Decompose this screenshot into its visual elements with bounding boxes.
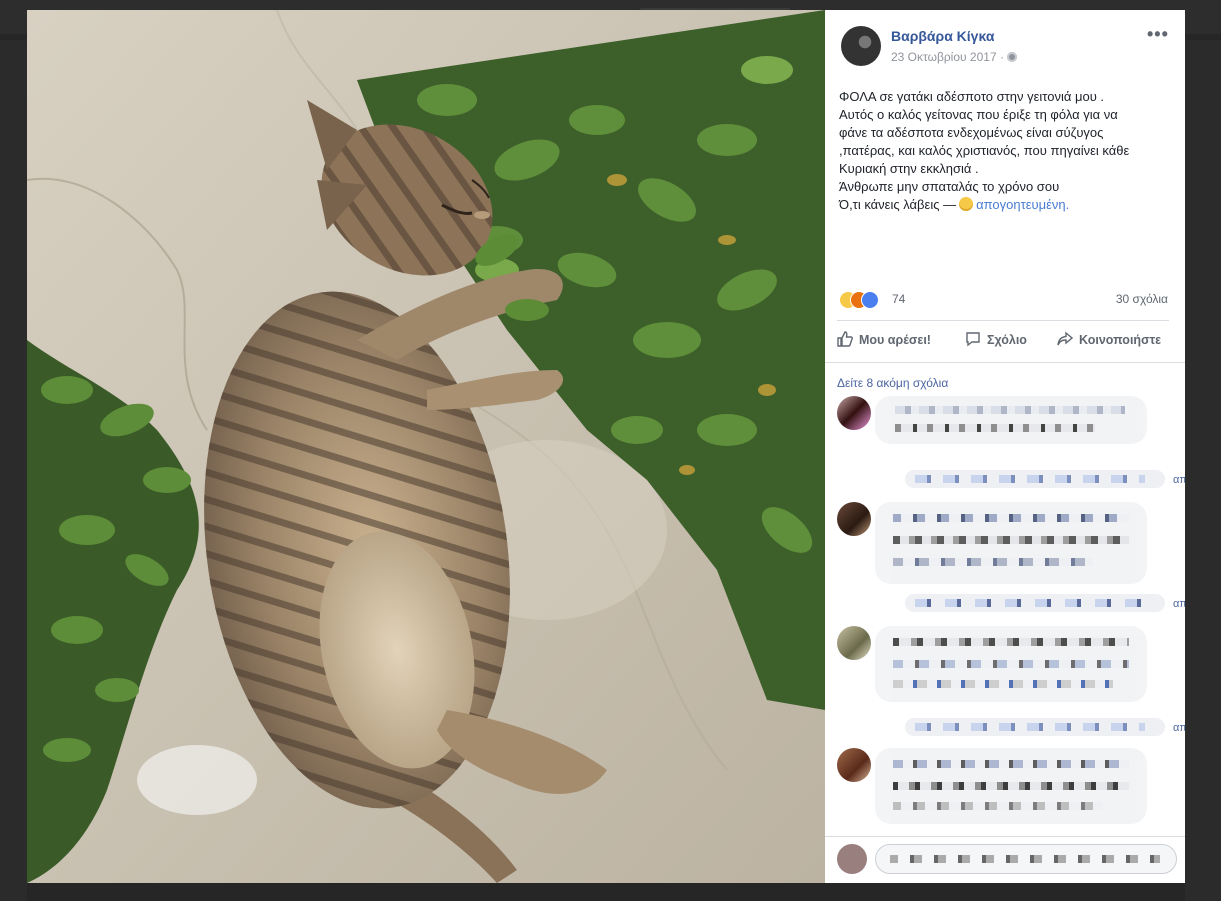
share-label: Κοινοποιήστε	[1079, 333, 1162, 347]
comment-avatar[interactable]	[837, 502, 871, 536]
globe-icon	[1007, 52, 1017, 62]
reaction-count[interactable]: 74	[892, 292, 905, 306]
comment-reply-row	[905, 470, 1165, 488]
like-label: Μου αρέσει!	[859, 333, 931, 347]
divider	[825, 362, 1185, 363]
like-reaction-icon	[861, 291, 879, 309]
comment-avatar[interactable]	[837, 748, 871, 782]
post-text-line: Αυτός ο καλός γείτονας που έριξε τη φόλα…	[839, 107, 1118, 122]
post-text: ΦΟΛΑ σε γατάκι αδέσποτο στην γειτονιά μο…	[839, 88, 1175, 214]
post-panel: Βαρβάρα Κίγκα 23 Οκτωβρίου 2017 · ••• ΦΟ…	[825, 10, 1185, 883]
truncated-text: απ	[1173, 598, 1185, 610]
divider	[837, 320, 1169, 321]
comment-bubble	[875, 626, 1147, 702]
comment-avatar[interactable]	[837, 626, 871, 660]
options-icon[interactable]: •••	[1147, 24, 1169, 45]
kitten-photo-illustration	[27, 10, 825, 883]
comment-label: Σχόλιο	[987, 333, 1027, 347]
backdrop-left	[0, 40, 27, 901]
post-text-line: Κυριακή στην εκκλησιά .	[839, 161, 979, 176]
truncated-text: απ	[1173, 722, 1185, 734]
comment-reply-row	[905, 594, 1165, 612]
comment-bubble	[875, 396, 1147, 444]
author-name[interactable]: Βαρβάρα Κίγκα	[891, 28, 994, 44]
comment-icon	[966, 332, 980, 347]
comment-bubble	[875, 502, 1147, 584]
backdrop-right	[1185, 40, 1221, 901]
post-text-line: ΦΟΛΑ σε γατάκι αδέσποτο στην γειτονιά μο…	[839, 89, 1105, 104]
comment-avatar[interactable]	[837, 396, 871, 430]
post-date[interactable]: 23 Οκτωβρίου 2017 ·	[891, 50, 1004, 64]
like-icon	[837, 331, 853, 347]
post-photo[interactable]	[27, 10, 825, 883]
comment-button[interactable]: Σχόλιο	[965, 331, 1027, 351]
share-button[interactable]: Κοινοποιήστε	[1057, 331, 1161, 351]
current-user-avatar	[837, 844, 867, 874]
post-text-line: ,πατέρας, και καλός χριστιανός, που πηγα…	[839, 143, 1130, 158]
author-avatar[interactable]	[841, 26, 881, 66]
feeling-label[interactable]: απογοητευμένη.	[976, 197, 1069, 212]
comment-reply-row	[905, 718, 1165, 736]
view-more-comments-link[interactable]: Δείτε 8 ακόμη σχόλια	[837, 376, 948, 390]
post-text-last-line: Ό,τι κάνεις λάβεις — απογοητευμένη.	[839, 196, 1175, 214]
feeling-emoji-icon	[959, 197, 974, 211]
like-button[interactable]: Μου αρέσει!	[837, 331, 931, 351]
divider	[825, 836, 1185, 837]
comment-bubble	[875, 748, 1147, 824]
comment-input[interactable]	[875, 844, 1177, 874]
write-comment-row	[837, 842, 1177, 876]
post-text-line: Ό,τι κάνεις λάβεις —	[839, 197, 957, 212]
post-text-line: φάνε τα αδέσποτα ενδεχομένως είναι σύζυγ…	[839, 125, 1104, 140]
comment-count[interactable]: 30 σχόλια	[1116, 292, 1168, 306]
post-text-line: Άνθρωπε μην σπαταλάς το χρόνο σου	[839, 179, 1060, 194]
truncated-text: απ	[1173, 474, 1185, 486]
share-icon	[1057, 331, 1073, 346]
